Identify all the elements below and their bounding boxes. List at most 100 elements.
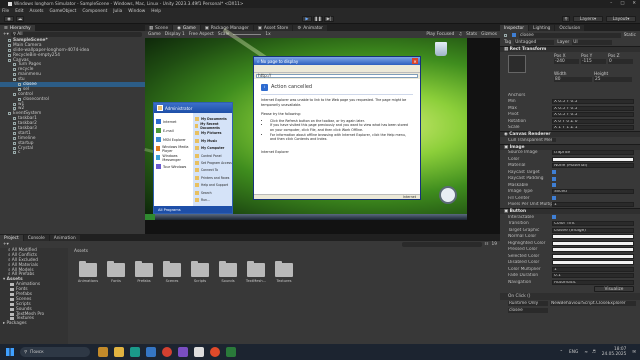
rotation-field[interactable]: X 0 Y 0 Z 0: [552, 118, 634, 124]
store-icon[interactable]: [146, 347, 156, 357]
cull-checkbox[interactable]: [552, 138, 556, 143]
tab-animator[interactable]: ⚙ Animator: [293, 25, 327, 31]
window-controls[interactable]: – □ ✕: [610, 1, 636, 6]
hierarchy-search-input[interactable]: ⚲ All: [10, 32, 142, 37]
layout-dropdown[interactable]: Layout ▾: [606, 16, 636, 22]
menu-component[interactable]: Component: [82, 9, 107, 14]
object-field[interactable]: closee: [508, 307, 548, 313]
asset-folder[interactable]: Prefabs: [132, 261, 156, 283]
checkbox[interactable]: [552, 215, 556, 220]
checkbox[interactable]: [552, 170, 556, 175]
start-menu-item[interactable]: Connect To: [193, 167, 232, 174]
asset-folder[interactable]: Scripts: [188, 261, 212, 283]
start-menu-item[interactable]: My Computer: [193, 145, 232, 152]
start-menu-item[interactable]: Set Program Access: [193, 159, 232, 166]
taskbar-search[interactable]: ⚲ Поиск: [20, 347, 90, 357]
min-field[interactable]: X 0.5 Y 0.5: [552, 99, 634, 105]
tab-game[interactable]: ◉ Game: [173, 25, 200, 31]
rect-value-field[interactable]: 80: [554, 77, 592, 82]
tab-lighting[interactable]: Lighting: [529, 25, 555, 31]
asset-folder[interactable]: Textures: [272, 261, 296, 283]
menu-assets[interactable]: Assets: [30, 9, 44, 14]
stats-button[interactable]: Stats: [466, 32, 477, 37]
account-button[interactable]: ◉: [4, 16, 14, 22]
checkbox[interactable]: [552, 176, 556, 181]
play-button[interactable]: ▶: [302, 16, 312, 22]
menu-edit[interactable]: Edit: [15, 9, 23, 14]
value-field[interactable]: 1: [552, 266, 634, 272]
checkbox[interactable]: [552, 183, 556, 188]
add-icon[interactable]: +▾: [3, 32, 9, 37]
start-menu-item[interactable]: My Recent Documents: [193, 122, 232, 130]
display-dropdown[interactable]: Display 1: [165, 32, 185, 37]
asset-folder[interactable]: TextMesh...: [244, 261, 268, 283]
start-menu-item[interactable]: My Music: [193, 137, 232, 144]
start-menu-item[interactable]: Tour Windows: [154, 162, 193, 171]
rect-value-field[interactable]: -240: [554, 59, 579, 64]
value-field[interactable]: Automatic: [552, 279, 634, 285]
notification-icon[interactable]: ✉: [632, 350, 636, 355]
value-field[interactable]: Color Tint: [552, 221, 634, 227]
asset-folder[interactable]: Animations: [76, 261, 100, 283]
start-menu-item[interactable]: Internet: [154, 117, 193, 126]
start-menu-item[interactable]: Search: [193, 189, 232, 196]
tab-asset-store[interactable]: ▣ Asset Store: [253, 25, 293, 31]
language-indicator[interactable]: ENG: [569, 350, 578, 355]
visualize-button[interactable]: Visualize: [594, 286, 634, 292]
all-programs-link[interactable]: All Programs: [158, 208, 181, 212]
tag-dropdown[interactable]: Untagged: [514, 40, 555, 45]
tab-occlusion[interactable]: Occlusion: [555, 25, 585, 31]
tab-scene[interactable]: ▦ Scene: [145, 25, 173, 31]
menu-gameobject[interactable]: GameObject: [50, 9, 77, 14]
color-field[interactable]: [552, 247, 634, 253]
start-menu-item[interactable]: Help and Support: [193, 182, 232, 189]
minimize-icon[interactable]: –: [610, 1, 612, 6]
add-asset-icon[interactable]: +▾: [3, 242, 9, 247]
static-toggle[interactable]: Static: [624, 33, 636, 38]
start-menu-item[interactable]: My Pictures: [193, 130, 232, 137]
asset-folder[interactable]: Sounds: [216, 261, 240, 283]
play-focused-dropdown[interactable]: Play Focused: [426, 32, 454, 37]
filter-icon[interactable]: ☷: [485, 242, 489, 247]
start-menu-item[interactable]: Printers and Faxes: [193, 174, 232, 181]
value-field[interactable]: Sliced: [552, 189, 634, 195]
tab-inspector[interactable]: Inspector: [500, 25, 529, 31]
active-checkbox[interactable]: [512, 33, 516, 37]
pivot-field[interactable]: X 0.5 Y 0.5: [552, 112, 634, 118]
windows-start-icon[interactable]: [6, 348, 14, 356]
start-menu-item[interactable]: MSN Explorer: [154, 135, 193, 144]
layer-dropdown[interactable]: UI: [572, 40, 613, 45]
rect-value-field[interactable]: -115: [581, 59, 606, 64]
value-field[interactable]: trSprite: [552, 150, 634, 156]
color-field[interactable]: [552, 234, 634, 240]
wifi-icon[interactable]: ≈: [584, 350, 588, 355]
method-dropdown[interactable]: NewBehaviourScript.CloseExplorer: [550, 300, 636, 306]
recycle-bin-icon[interactable]: [435, 42, 447, 56]
ie-close-button[interactable]: ✕: [412, 58, 418, 64]
tab-console[interactable]: Console: [23, 235, 49, 241]
scale-slider[interactable]: [233, 34, 262, 35]
asset-folder[interactable]: Scenes: [160, 261, 184, 283]
object-name-field[interactable]: closee: [519, 32, 621, 38]
value-field[interactable]: 0.1: [552, 273, 634, 279]
asset-folder[interactable]: Fonts: [104, 261, 128, 283]
app-icon[interactable]: [226, 347, 236, 357]
cloud-button[interactable]: ☁: [16, 16, 24, 22]
mute-icon[interactable]: ♫: [458, 32, 462, 37]
start-menu-item[interactable]: Control Panel: [193, 152, 232, 159]
start-menu-item[interactable]: Windows Messenger: [154, 153, 193, 162]
layers-dropdown[interactable]: Layers ▾: [573, 16, 603, 22]
start-menu-item[interactable]: Run...: [193, 196, 232, 203]
start-menu-item[interactable]: Windows Media Player: [154, 144, 193, 153]
files-icon[interactable]: [114, 347, 124, 357]
max-field[interactable]: X 0.5 Y 0.5: [552, 105, 634, 111]
packages-root[interactable]: ▸ Packages: [0, 321, 68, 326]
rect-value-field[interactable]: 25: [594, 77, 632, 82]
rect-value-field[interactable]: 0: [608, 59, 633, 64]
project-search-input[interactable]: [401, 242, 482, 247]
color-field[interactable]: [552, 253, 634, 259]
checkbox[interactable]: [552, 196, 556, 201]
tab-animation[interactable]: Animation: [49, 235, 80, 241]
menu-file[interactable]: File: [2, 9, 9, 14]
start-menu-item[interactable]: E-mail: [154, 126, 193, 135]
